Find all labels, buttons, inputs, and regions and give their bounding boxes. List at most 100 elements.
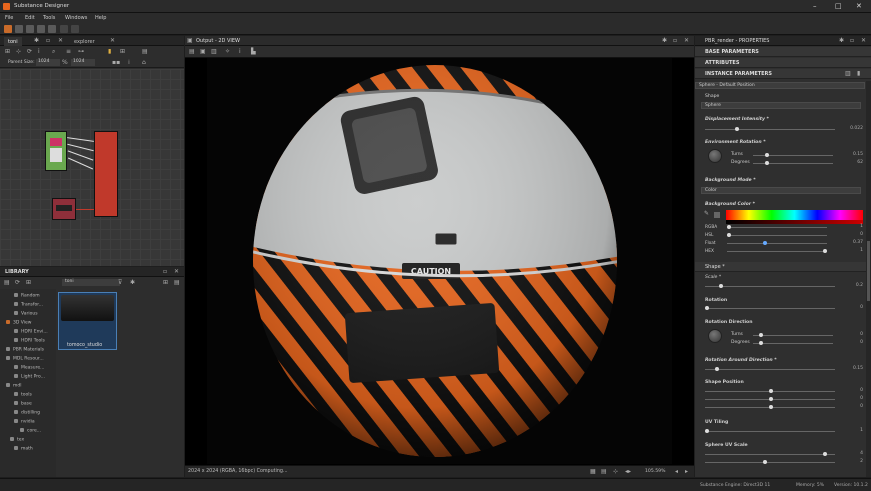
sphere-uv-y-value[interactable]: 2	[860, 459, 863, 464]
slider-thumb[interactable]	[765, 153, 769, 157]
close-icon[interactable]: ✕	[684, 37, 689, 44]
slider-thumb[interactable]	[705, 429, 709, 433]
grid-icon[interactable]: ⊞	[120, 48, 125, 55]
alpha-slider[interactable]	[727, 249, 827, 253]
float-icon[interactable]: ▫	[850, 37, 854, 44]
rotation-around-slider[interactable]	[705, 367, 835, 371]
slider-thumb[interactable]	[719, 284, 723, 288]
blue-slider[interactable]	[727, 241, 827, 245]
slider-thumb[interactable]	[705, 306, 709, 310]
red-value[interactable]: 1	[860, 224, 863, 229]
section-instance-parameters[interactable]: INSTANCE PARAMETERS ▥ ▮	[695, 69, 871, 79]
minimize-button[interactable]: –	[813, 2, 817, 10]
turns-value[interactable]: 0.15	[853, 152, 863, 157]
lock-icon[interactable]: %	[62, 59, 68, 66]
position-x-value[interactable]: 0	[860, 388, 863, 393]
green-value[interactable]: 0	[860, 232, 863, 237]
position-y-value[interactable]: 0	[860, 396, 863, 401]
zoom-out-icon[interactable]: ◂	[675, 468, 678, 475]
node-red[interactable]	[94, 131, 118, 217]
eyedropper-icon[interactable]: ✎	[704, 210, 709, 217]
tile-icon[interactable]: ▤	[601, 468, 607, 475]
alpha-value[interactable]: 1	[860, 248, 863, 253]
save-icon[interactable]	[37, 25, 45, 33]
close-tab-icon[interactable]: ✕	[58, 37, 63, 44]
uv-tiling-slider[interactable]	[705, 429, 835, 433]
link-icon[interactable]: ⊶	[78, 48, 84, 55]
layout-icon[interactable]: ▤	[142, 48, 148, 55]
position-z-slider[interactable]	[705, 405, 835, 409]
filter-funnel-icon[interactable]: ⊽	[118, 279, 122, 286]
graph-canvas[interactable]	[0, 69, 184, 266]
pin-icon[interactable]: ✱	[130, 279, 135, 286]
slider-thumb[interactable]	[769, 405, 773, 409]
position-y-slider[interactable]	[705, 397, 835, 401]
open-icon[interactable]	[26, 25, 34, 33]
tab-explorer[interactable]: explorer	[70, 37, 99, 46]
slider-thumb[interactable]	[759, 341, 763, 345]
close-tab-icon[interactable]: ✕	[110, 37, 115, 44]
green-slider[interactable]	[727, 233, 827, 237]
rotation-value[interactable]: 0	[860, 305, 863, 310]
options-icon[interactable]: ⊞	[26, 279, 31, 286]
sphere-uv-x-slider[interactable]	[705, 452, 835, 456]
home-icon[interactable]: ⌂	[142, 59, 146, 66]
view-grid-icon[interactable]: ⊞	[163, 279, 168, 286]
zoom-level[interactable]: 105.59%	[645, 469, 665, 474]
close-button[interactable]: ✕	[856, 2, 862, 10]
render-canvas[interactable]: CAUTION	[207, 58, 672, 464]
library-search-input[interactable]: toni	[62, 279, 120, 286]
tree-item[interactable]: Light Pro...	[14, 374, 45, 380]
bg-mode-select[interactable]: Color	[701, 187, 861, 194]
rot-dir-degrees-value[interactable]: 0	[860, 340, 863, 345]
preset-icon[interactable]: ▥	[845, 70, 851, 77]
pin-icon[interactable]: ✱	[662, 37, 667, 44]
fit-icon[interactable]: ⊹	[16, 48, 21, 55]
rotation-direction-knob[interactable]	[708, 329, 722, 343]
slider-thumb[interactable]	[715, 367, 719, 371]
undo-icon[interactable]	[60, 25, 68, 33]
tree-item[interactable]: HDRI Tools	[14, 338, 45, 344]
node-maroon[interactable]	[52, 198, 76, 220]
slider-thumb[interactable]	[727, 233, 731, 237]
filter-icon[interactable]: ▤	[4, 279, 10, 286]
layout-icon[interactable]: ▤	[189, 48, 195, 55]
red-slider[interactable]	[727, 225, 827, 229]
maximize-button[interactable]: □	[835, 2, 842, 10]
rotation-slider[interactable]	[705, 306, 835, 310]
slider-thumb[interactable]	[763, 241, 767, 245]
slider-thumb[interactable]	[727, 225, 731, 229]
uv-tiling-value[interactable]: 1	[860, 428, 863, 433]
rot-dir-degrees-slider[interactable]	[753, 341, 833, 345]
section-attributes[interactable]: ATTRIBUTES	[695, 58, 871, 68]
tree-item[interactable]: mdl	[6, 383, 22, 389]
blue-value[interactable]: 0.37	[853, 240, 863, 245]
float-icon[interactable]: ▫	[673, 37, 677, 44]
hsl-label[interactable]: HSL	[705, 233, 713, 238]
displacement-value[interactable]: 0.022	[850, 126, 863, 131]
scale-slider[interactable]	[705, 284, 835, 288]
slider-thumb[interactable]	[765, 161, 769, 165]
hex-label[interactable]: HEX	[705, 249, 714, 254]
pin-icon[interactable]: ✱	[34, 37, 39, 44]
size-a-select[interactable]: 1024	[36, 59, 60, 66]
tree-item[interactable]: tex	[10, 437, 24, 443]
tree-item[interactable]: tools	[14, 392, 32, 398]
menu-icon[interactable]: ▮	[857, 70, 860, 77]
view-list-icon[interactable]: ▤	[174, 279, 180, 286]
menu-edit[interactable]: Edit	[25, 15, 35, 21]
position-z-value[interactable]: 0	[860, 404, 863, 409]
displacement-slider[interactable]	[705, 127, 835, 131]
redo-icon[interactable]	[71, 25, 79, 33]
degrees-value[interactable]: 62	[857, 160, 863, 165]
scrollbar-thumb[interactable]	[867, 241, 870, 301]
rot-dir-turns-value[interactable]: 0	[860, 332, 863, 337]
hue-picker[interactable]	[726, 210, 863, 220]
properties-scrollbar[interactable]	[866, 81, 871, 477]
tree-item[interactable]: math	[14, 446, 33, 452]
scale-value[interactable]: 0.2	[856, 283, 863, 288]
slider-thumb[interactable]	[763, 460, 767, 464]
align-icon[interactable]: ≡	[66, 48, 71, 55]
tree-item[interactable]: distilling	[14, 410, 40, 416]
tree-item[interactable]: Measure...	[14, 365, 44, 371]
